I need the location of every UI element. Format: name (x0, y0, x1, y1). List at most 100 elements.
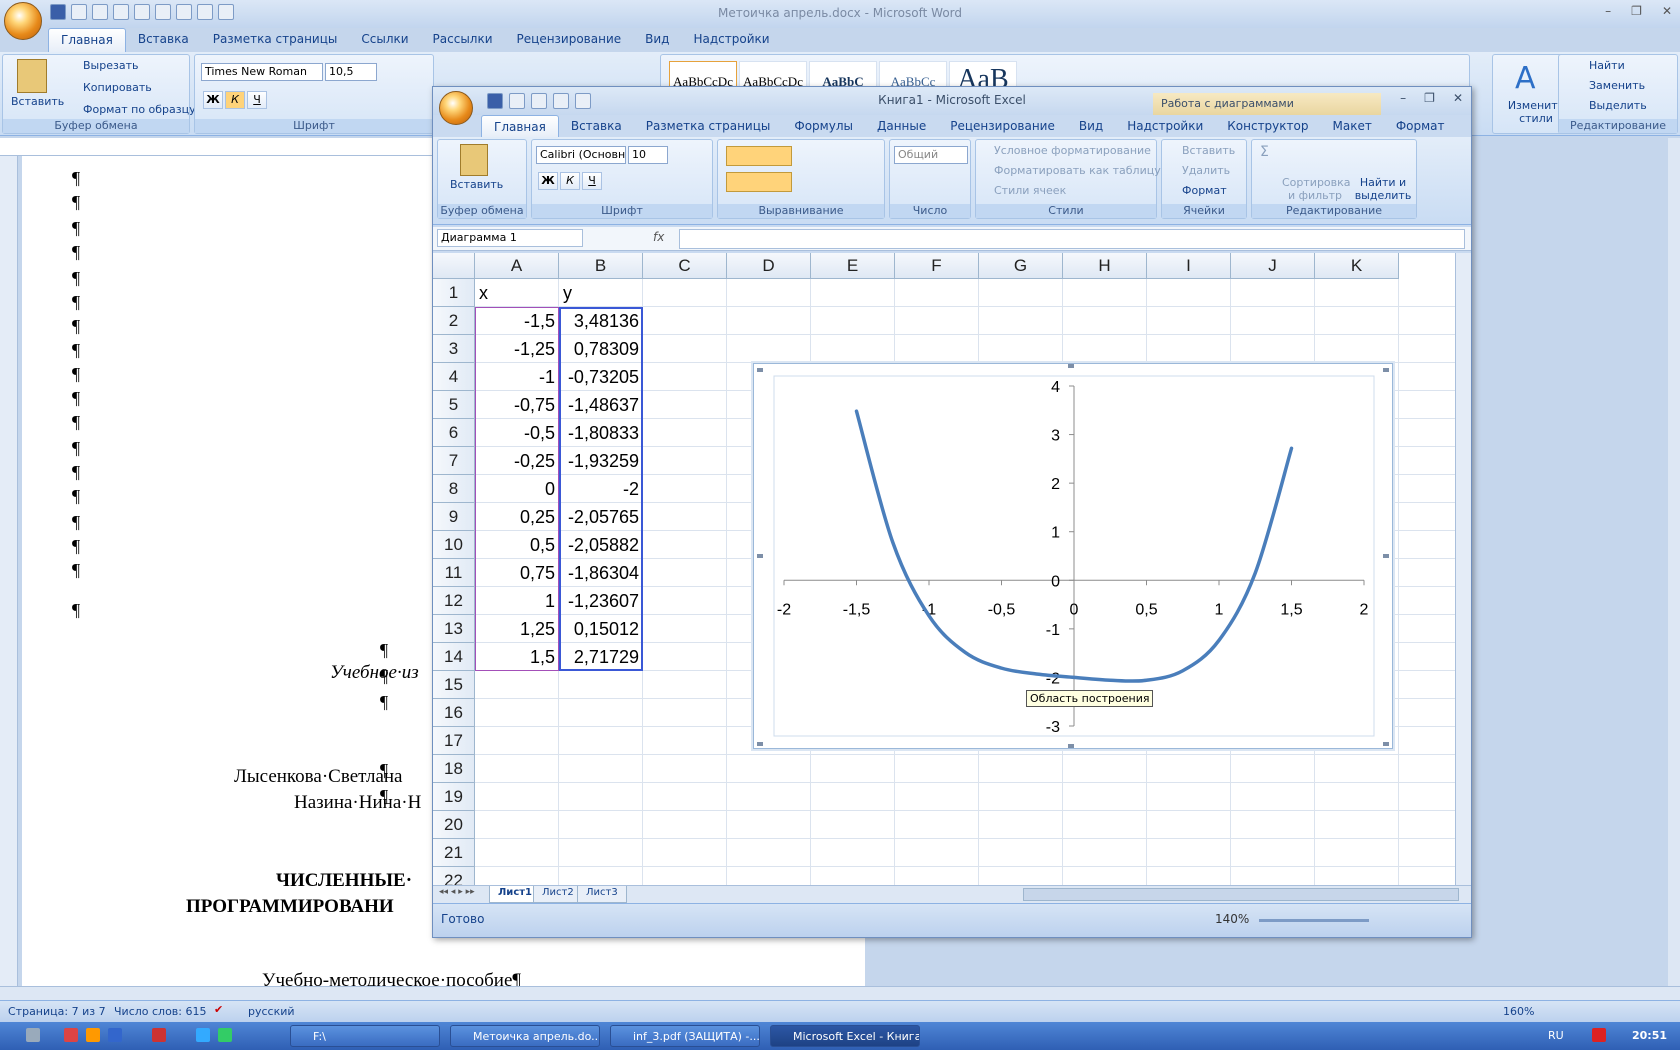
row-header[interactable]: 11 (433, 559, 475, 587)
taskbar-item[interactable]: inf_3.pdf (ЗАЩИТА) -... (610, 1025, 760, 1047)
chart-resize-handle[interactable] (1383, 742, 1389, 746)
sort-filter-button[interactable]: Сортировка и фильтр (1282, 176, 1351, 202)
sheet-nav-icon[interactable]: ◂◂ ◂ ▸ ▸▸ (439, 887, 475, 897)
column-header[interactable]: E (811, 253, 895, 279)
left-align-icon[interactable] (726, 172, 792, 192)
undo-icon[interactable] (509, 93, 525, 109)
format-as-table-button[interactable]: Форматировать как таблицу (994, 164, 1161, 177)
save-icon[interactable] (487, 93, 503, 109)
row-header[interactable]: 9 (433, 503, 475, 531)
column-header[interactable]: J (1231, 253, 1315, 279)
paste-icon[interactable] (176, 4, 192, 20)
cell-styles-button[interactable]: Стили ячеек (994, 184, 1066, 197)
replace-button[interactable]: Заменить (1589, 79, 1645, 92)
tab-chart-layout[interactable]: Макет (1320, 115, 1383, 137)
row-header[interactable]: 8 (433, 475, 475, 503)
tab-view[interactable]: Вид (1067, 115, 1115, 137)
chart-resize-handle[interactable] (1068, 364, 1074, 368)
tab-review[interactable]: Рецензирование (938, 115, 1067, 137)
row-header[interactable]: 16 (433, 699, 475, 727)
quicklaunch-icon[interactable] (64, 1028, 78, 1042)
tab-mailings[interactable]: Рассылки (421, 28, 505, 52)
chart-resize-handle[interactable] (1068, 744, 1074, 748)
row-header[interactable]: 15 (433, 671, 475, 699)
insert-cells-button[interactable]: Вставить (1182, 144, 1235, 157)
tab-home[interactable]: Главная (48, 28, 126, 52)
tab-home[interactable]: Главная (481, 115, 559, 137)
tab-page-layout[interactable]: Разметка страницы (634, 115, 783, 137)
quicklaunch-icon[interactable] (26, 1028, 40, 1042)
row-header[interactable]: 4 (433, 363, 475, 391)
underline-button[interactable]: Ч (582, 172, 602, 190)
row-header[interactable]: 7 (433, 447, 475, 475)
word-zoom-level[interactable]: 160% (1503, 1005, 1534, 1018)
minimize-icon[interactable]: – (1605, 4, 1611, 18)
row-header[interactable]: 10 (433, 531, 475, 559)
column-header[interactable]: F (895, 253, 979, 279)
font-family-combo[interactable]: Calibri (Основн (536, 146, 626, 164)
number-format-combo[interactable]: Общий (894, 146, 968, 164)
bold-button[interactable]: Ж (203, 91, 223, 109)
paste-icon[interactable] (17, 59, 47, 93)
tab-references[interactable]: Ссылки (349, 28, 420, 52)
taskbar-item[interactable]: Microsoft Excel - Книга1 (770, 1025, 920, 1047)
worksheet-grid[interactable]: A B C D E F G H I J K 1 2 3 4 5 6 7 8 9 10 11 12 13 14 15 16 17 18 19… (433, 253, 1455, 885)
column-header[interactable]: A (475, 253, 559, 279)
underline-button[interactable]: Ч (247, 91, 267, 109)
chart-resize-handle[interactable] (757, 742, 763, 746)
row-header[interactable]: 20 (433, 811, 475, 839)
restore-icon[interactable]: ❐ (1631, 4, 1642, 18)
bold-button[interactable]: Ж (538, 172, 558, 190)
office-button[interactable] (439, 91, 473, 125)
taskbar-item[interactable]: F:\ (290, 1025, 440, 1047)
tab-insert[interactable]: Вставка (559, 115, 634, 137)
column-header[interactable]: C (643, 253, 727, 279)
print-icon[interactable] (575, 93, 591, 109)
office-button[interactable] (4, 2, 42, 40)
language[interactable]: русский (248, 1005, 295, 1018)
row-header[interactable]: 3 (433, 335, 475, 363)
column-header[interactable]: B (559, 253, 643, 279)
row-header[interactable]: 1 (433, 279, 475, 307)
page-count[interactable]: Страница: 7 из 7 (8, 1005, 106, 1018)
word-count[interactable]: Число слов: 615 (114, 1005, 207, 1018)
row-header[interactable]: 13 (433, 615, 475, 643)
spellcheck-icon[interactable]: ✔ (214, 1003, 223, 1016)
header-cell-y[interactable]: y (559, 279, 643, 307)
print-preview-icon[interactable] (197, 4, 213, 20)
select-all-corner[interactable] (433, 253, 475, 279)
excel-zoom-level[interactable]: 140% (1215, 912, 1249, 926)
sheet-tab-3[interactable]: Лист3 (577, 886, 627, 903)
row-header[interactable]: 21 (433, 839, 475, 867)
top-align-icon[interactable] (726, 146, 792, 166)
column-header[interactable]: I (1147, 253, 1231, 279)
tray-icon[interactable] (1592, 1028, 1606, 1042)
find-select-button[interactable]: Найти и выделить (1350, 176, 1416, 202)
conditional-format-button[interactable]: Условное форматирование (994, 144, 1151, 157)
close-icon[interactable]: ✕ (1453, 91, 1463, 105)
chart-object[interactable]: -2 -1,5 -1 -0,5 0 0,5 1 1,5 2 4 3 2 1 0 -1 -2 -3 Область… (753, 363, 1393, 749)
chart-resize-handle[interactable] (757, 368, 763, 372)
column-header[interactable]: G (979, 253, 1063, 279)
name-box[interactable]: Диаграмма 1 (437, 229, 583, 247)
copy-button[interactable]: Копировать (83, 81, 152, 94)
select-button[interactable]: Выделить (1589, 99, 1647, 112)
formula-input[interactable] (679, 229, 1465, 249)
delete-cells-button[interactable]: Удалить (1182, 164, 1230, 177)
tab-data[interactable]: Данные (865, 115, 938, 137)
italic-button[interactable]: К (560, 172, 580, 190)
row-header[interactable]: 14 (433, 643, 475, 671)
tab-page-layout[interactable]: Разметка страницы (201, 28, 350, 52)
tab-addins[interactable]: Надстройки (681, 28, 781, 52)
font-family-combo[interactable]: Times New Roman (201, 63, 323, 81)
quicklaunch-icon[interactable] (196, 1028, 210, 1042)
font-size-combo[interactable]: 10,5 (325, 63, 377, 81)
vertical-ruler[interactable] (0, 156, 18, 986)
keyboard-language[interactable]: RU (1548, 1029, 1564, 1042)
header-cell-x[interactable]: x (475, 279, 559, 307)
chart-resize-handle[interactable] (1383, 554, 1389, 558)
tab-formulas[interactable]: Формулы (782, 115, 865, 137)
column-header[interactable]: H (1063, 253, 1147, 279)
paste-button[interactable]: Вставить (450, 178, 503, 191)
quicklaunch-icon[interactable] (86, 1028, 100, 1042)
